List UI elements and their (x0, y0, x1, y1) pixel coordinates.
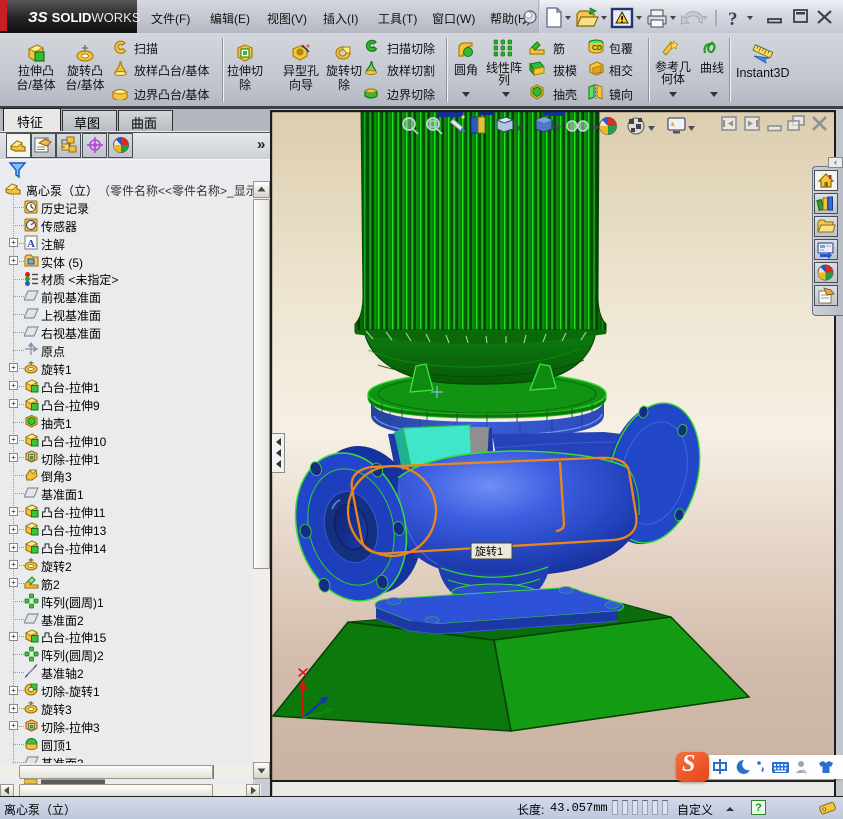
svg-text:CD: CD (592, 45, 602, 52)
svg-text:旋转1: 旋转1 (475, 544, 503, 558)
svg-text:?: ? (728, 9, 738, 30)
